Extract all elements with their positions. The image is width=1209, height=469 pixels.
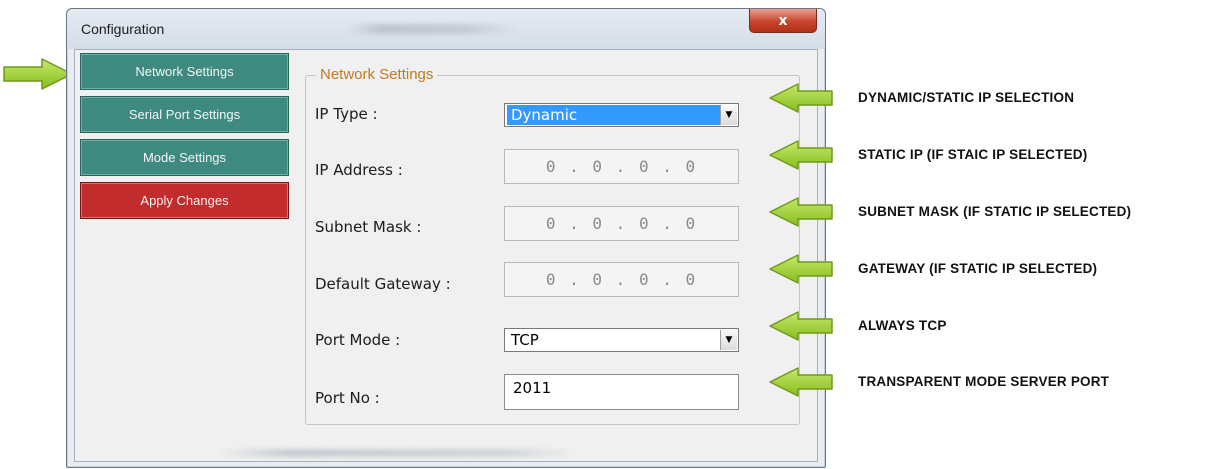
port-mode-label: Port Mode : — [315, 331, 401, 349]
pointer-arrow-icon — [3, 58, 73, 90]
group-title: Network Settings — [316, 66, 438, 83]
annotation-arrow-icon — [769, 83, 833, 113]
annotation-arrow-icon — [769, 197, 833, 227]
annotation-gateway: GATEWAY (IF STATIC IP SELECTED) — [858, 261, 1098, 276]
network-settings-button[interactable]: Network Settings — [80, 53, 289, 90]
annotation-arrow-icon — [769, 311, 833, 341]
annotation-arrow-icon — [769, 254, 833, 284]
apply-changes-button[interactable]: Apply Changes — [80, 182, 289, 219]
title-bar[interactable]: Configuration x — [67, 9, 825, 49]
annotation-ip-type: DYNAMIC/STATIC IP SELECTION — [858, 90, 1075, 105]
mode-settings-label: Mode Settings — [142, 150, 227, 165]
subnet-mask-label: Subnet Mask : — [315, 218, 422, 236]
apply-changes-label: Apply Changes — [140, 193, 229, 208]
configuration-window: Configuration x Network Settings Serial … — [66, 8, 826, 468]
close-button[interactable]: x — [749, 9, 817, 33]
default-gateway-field[interactable]: 0 . 0 . 0 . 0 — [504, 262, 739, 297]
chevron-down-icon[interactable]: ▼ — [720, 105, 737, 125]
ip-type-value: Dynamic — [507, 105, 720, 125]
port-mode-dropdown[interactable]: TCP ▼ — [504, 328, 739, 352]
blurred-title-text — [347, 24, 517, 34]
default-gateway-label: Default Gateway : — [315, 275, 451, 293]
port-mode-value: TCP — [511, 331, 539, 349]
ip-type-dropdown[interactable]: Dynamic ▼ — [504, 103, 739, 127]
subnet-mask-field[interactable]: 0 . 0 . 0 . 0 — [504, 206, 739, 241]
annotation-port-no: TRANSPARENT MODE SERVER PORT — [858, 374, 1110, 389]
ip-address-label: IP Address : — [315, 161, 403, 179]
blurred-status-text — [217, 449, 577, 457]
port-no-input[interactable]: 2011 — [504, 374, 739, 410]
annotation-arrow-icon — [769, 367, 833, 397]
close-icon: x — [778, 12, 788, 29]
window-client-area: Network Settings Serial Port Settings Mo… — [74, 49, 818, 462]
mode-settings-button[interactable]: Mode Settings — [80, 139, 289, 176]
annotation-ip-address: STATIC IP (IF STAIC IP SELECTED) — [858, 147, 1088, 162]
window-title: Configuration — [81, 21, 165, 37]
annotation-port-mode: ALWAYS TCP — [858, 318, 947, 333]
network-settings-group: Network Settings IP Type : Dynamic ▼ IP … — [305, 66, 800, 425]
chevron-down-icon[interactable]: ▼ — [720, 330, 737, 350]
port-no-label: Port No : — [315, 389, 380, 407]
annotation-subnet-mask: SUBNET MASK (IF STATIC IP SELECTED) — [858, 204, 1132, 219]
serial-port-settings-label: Serial Port Settings — [128, 107, 241, 122]
ip-address-field[interactable]: 0 . 0 . 0 . 0 — [504, 149, 739, 184]
serial-port-settings-button[interactable]: Serial Port Settings — [80, 96, 289, 133]
annotation-arrow-icon — [769, 140, 833, 170]
ip-type-label: IP Type : — [315, 105, 378, 123]
network-settings-label: Network Settings — [135, 64, 234, 79]
